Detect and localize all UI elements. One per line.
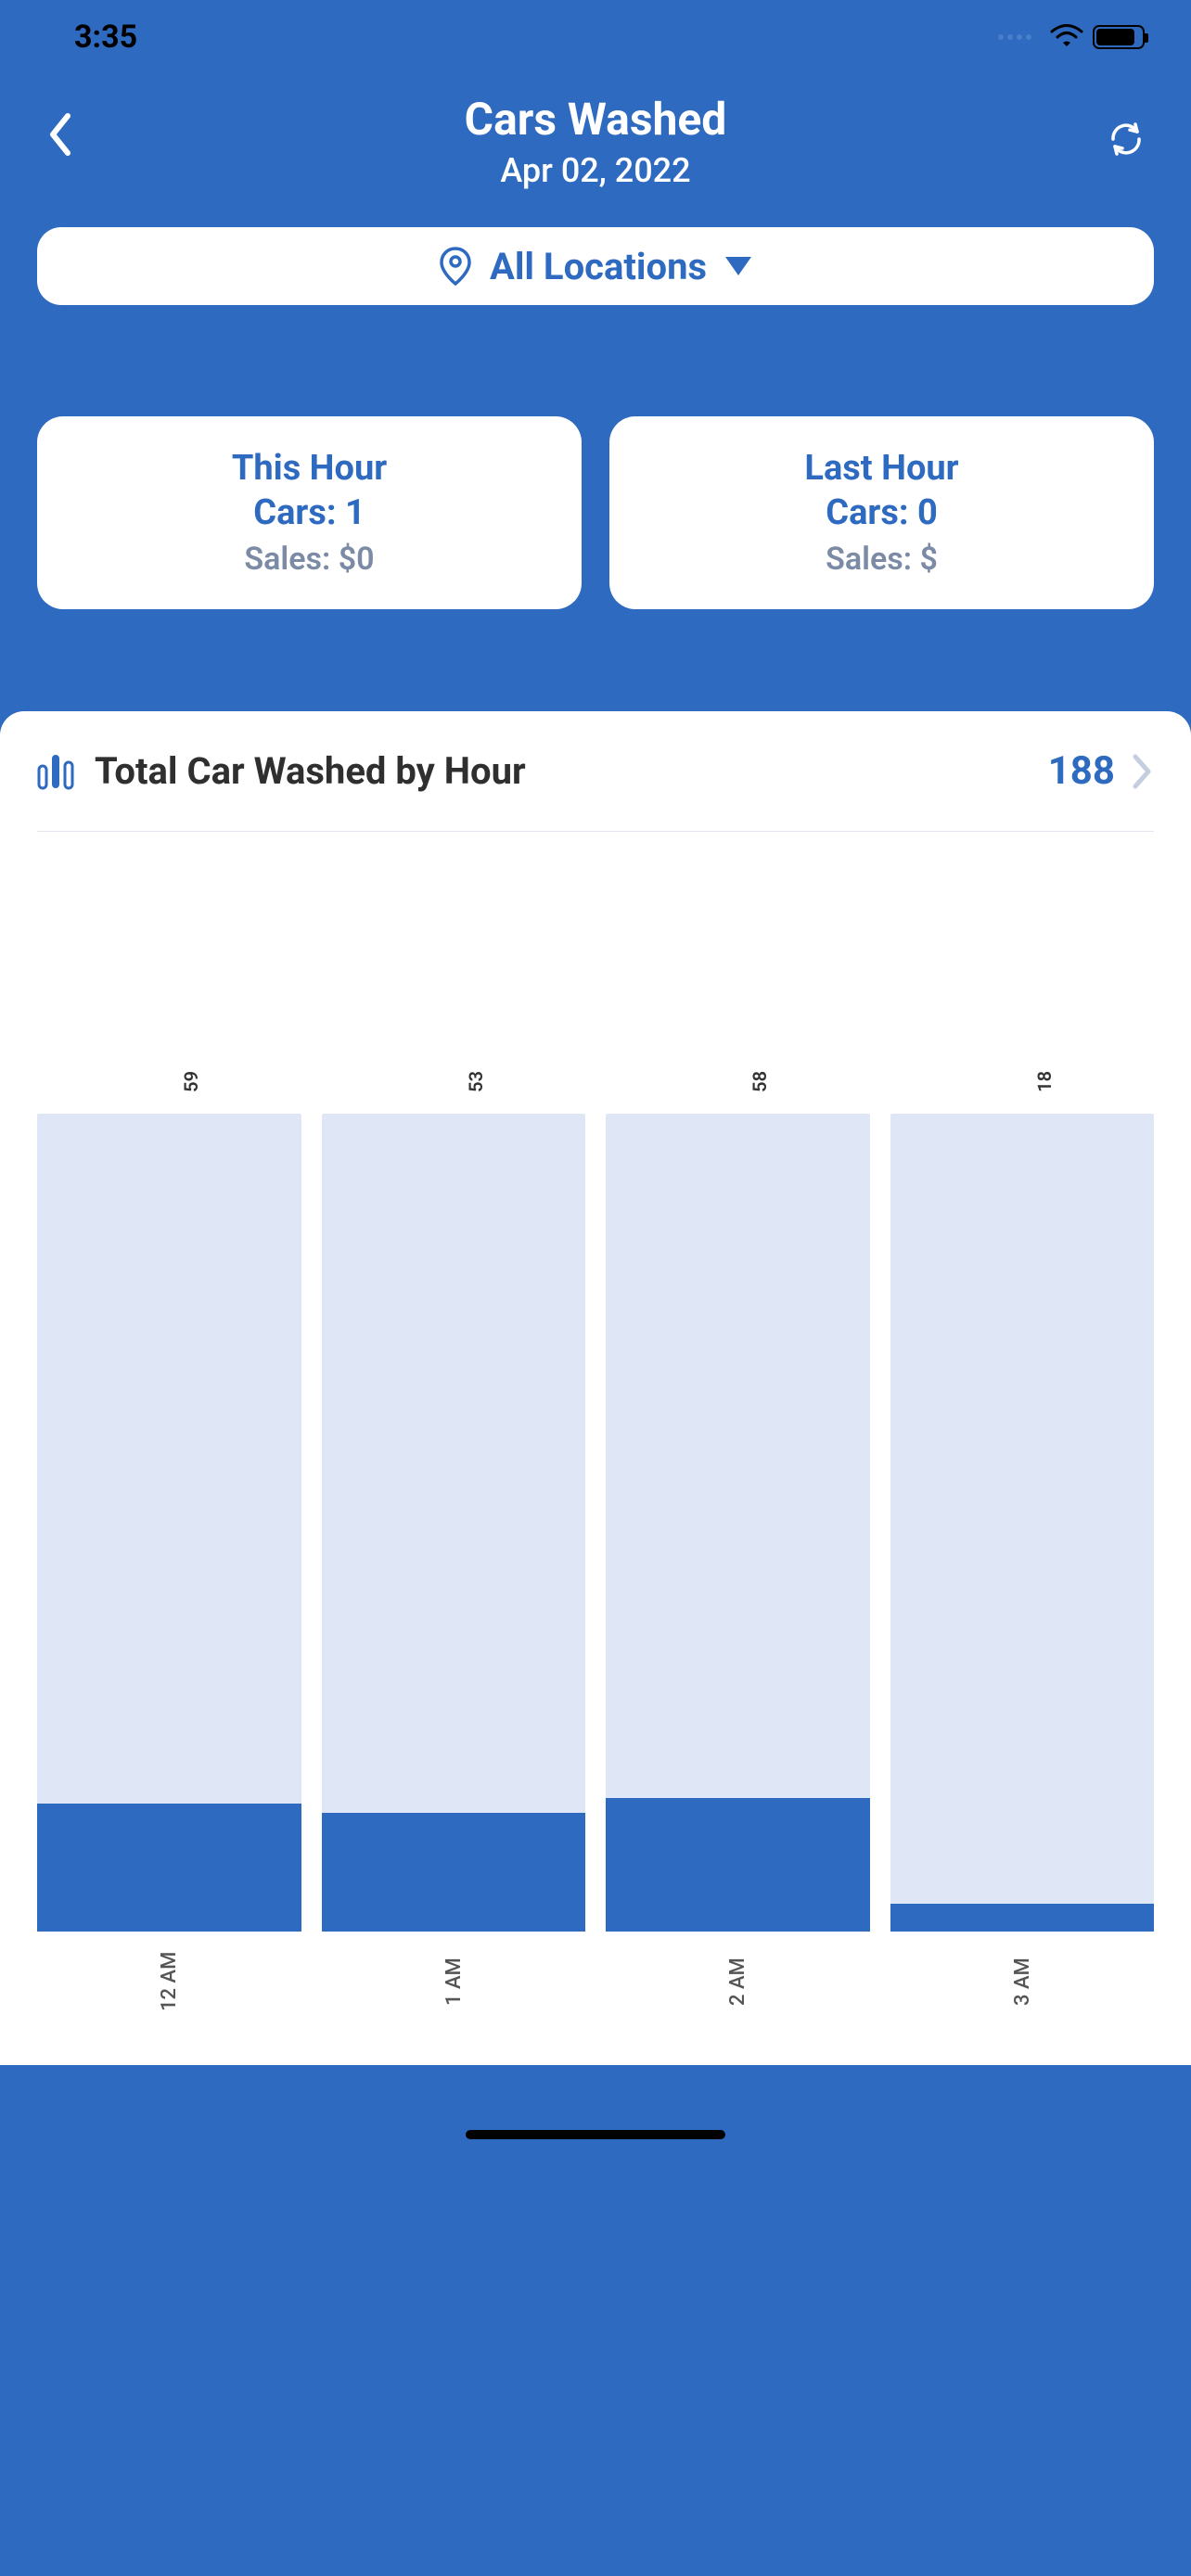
chevron-left-icon <box>47 112 73 157</box>
chart-bars-area: 59 53 58 18 <box>37 832 1154 1932</box>
chart-x-label: 2 AM <box>606 1945 870 2019</box>
last-hour-cars: Cars: 0 <box>826 492 938 533</box>
this-hour-cars: Cars: 1 <box>253 492 365 533</box>
chart-title: Total Car Washed by Hour <box>95 749 1031 793</box>
page-header: Cars Washed Apr 02, 2022 <box>0 74 1191 218</box>
chart-bar-value-label: 59 <box>180 1071 202 1092</box>
chart-panel: Total Car Washed by Hour 188 59 53 58 18 12… <box>0 711 1191 2065</box>
chart-x-label: 1 AM <box>322 1945 586 2019</box>
location-dropdown[interactable]: All Locations <box>37 227 1154 305</box>
stat-cards-row: This Hour Cars: 1 Sales: $0 Last Hour Ca… <box>0 416 1191 609</box>
battery-icon <box>1093 25 1145 49</box>
status-time: 3:35 <box>74 19 137 56</box>
page-subtitle: Apr 02, 2022 <box>500 151 690 190</box>
this-hour-sales: Sales: $0 <box>244 541 374 578</box>
this-hour-title: This Hour <box>232 448 387 489</box>
chevron-down-icon <box>725 257 751 275</box>
chart-total: 188 <box>1048 748 1115 794</box>
status-bar: 3:35 <box>0 0 1191 74</box>
location-pin-icon <box>440 247 471 286</box>
chart-bar-fg <box>37 1804 301 1932</box>
chart-x-labels: 12 AM 1 AM 2 AM 3 AM <box>37 1945 1154 2019</box>
chart-header[interactable]: Total Car Washed by Hour 188 <box>37 748 1154 832</box>
status-icons <box>998 24 1145 50</box>
chart-bar-bg <box>322 1114 586 1932</box>
chart-bar[interactable]: 18 <box>890 869 1155 1932</box>
chart-bar-fg <box>890 1904 1155 1932</box>
chart-bar-bg <box>890 1114 1155 1932</box>
home-indicator <box>466 2130 725 2139</box>
sync-icon <box>1106 119 1146 159</box>
chart-bar[interactable]: 59 <box>37 869 301 1932</box>
location-dropdown-label: All Locations <box>490 245 707 288</box>
chevron-right-icon <box>1132 753 1154 790</box>
back-button[interactable] <box>37 111 83 158</box>
chart-bar-fg <box>606 1798 870 1932</box>
bar-chart-icon <box>37 753 78 790</box>
chart-bar-value-label: 58 <box>749 1071 771 1092</box>
chart-bar[interactable]: 58 <box>606 869 870 1932</box>
chart-bar-value-label: 53 <box>465 1071 487 1092</box>
chart-bar[interactable]: 53 <box>322 869 586 1932</box>
wifi-icon <box>1050 24 1083 50</box>
last-hour-title: Last Hour <box>804 448 958 489</box>
chart-x-label: 3 AM <box>890 1945 1155 2019</box>
cellular-dots-icon <box>998 34 1031 40</box>
last-hour-sales: Sales: $ <box>826 541 938 578</box>
page-title: Cars Washed <box>465 93 727 146</box>
this-hour-card[interactable]: This Hour Cars: 1 Sales: $0 <box>37 416 582 609</box>
chart-bar-fg <box>322 1813 586 1932</box>
last-hour-card[interactable]: Last Hour Cars: 0 Sales: $ <box>609 416 1154 609</box>
chart-x-label: 12 AM <box>37 1945 301 2019</box>
bottom-safe-area <box>0 2065 1191 2158</box>
refresh-button[interactable] <box>1098 111 1154 167</box>
chart-bar-value-label: 18 <box>1033 1071 1056 1092</box>
